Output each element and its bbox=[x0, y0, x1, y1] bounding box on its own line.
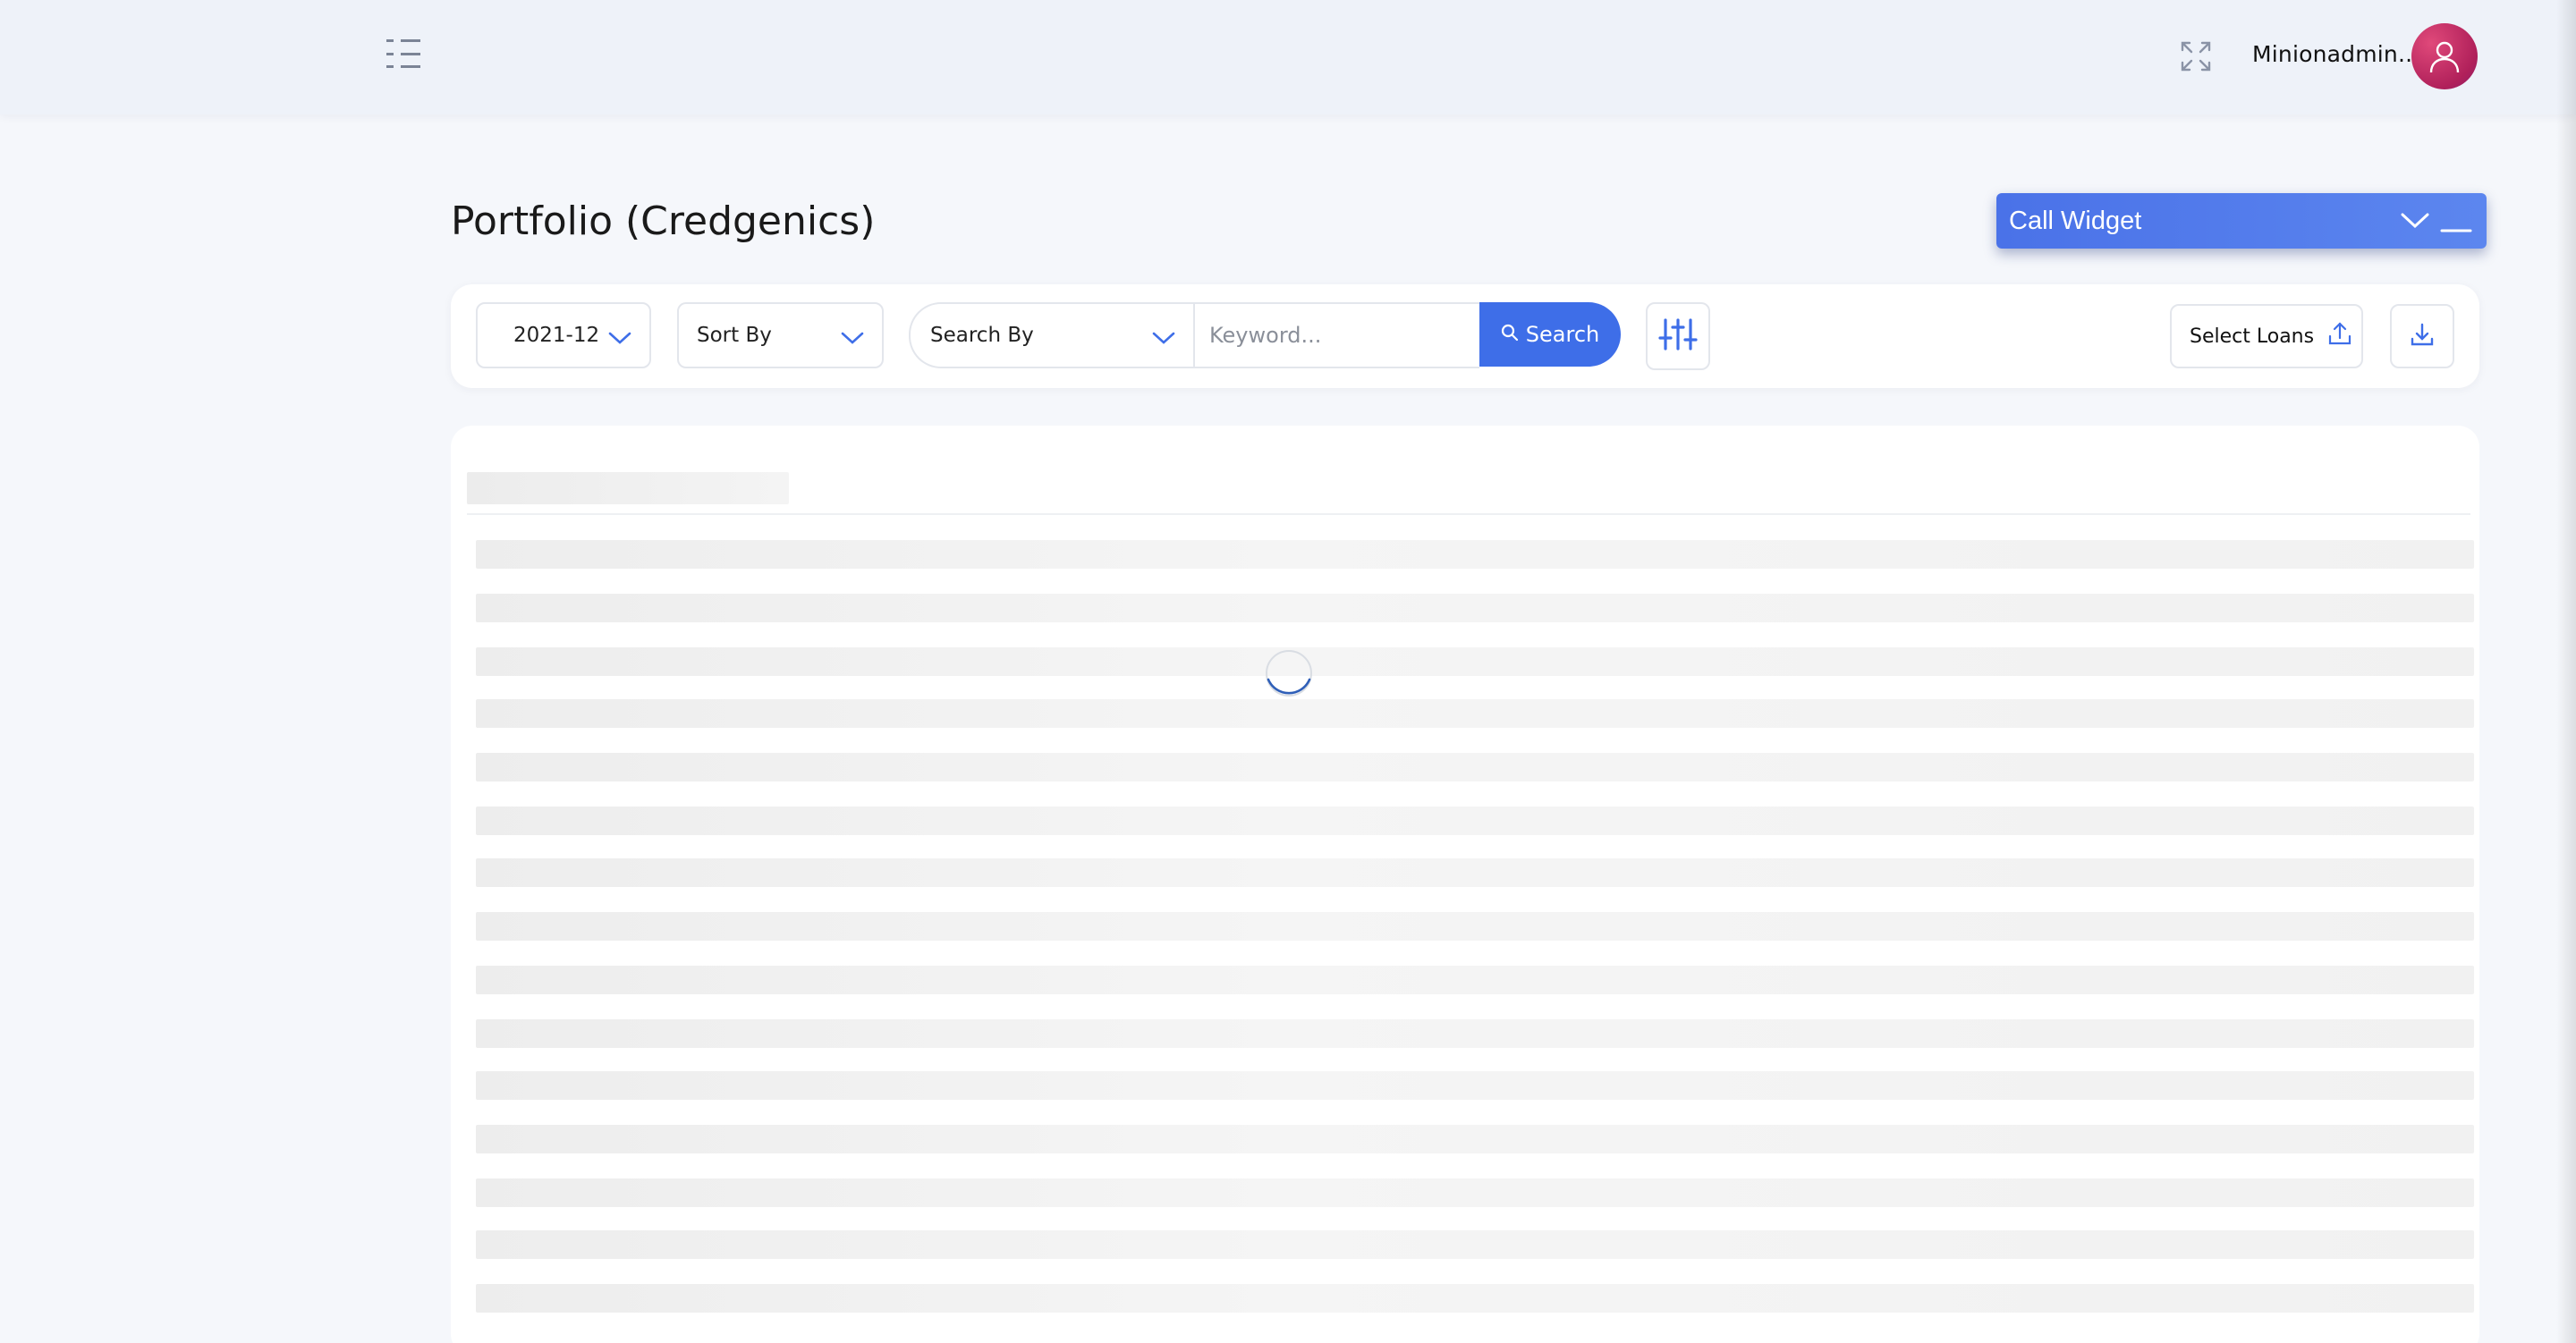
skeleton-row bbox=[476, 858, 2474, 887]
loading-spinner-icon bbox=[1263, 647, 1315, 699]
skeleton-row bbox=[476, 1178, 2474, 1207]
month-select[interactable]: 2021-12 bbox=[476, 302, 651, 368]
download-button[interactable] bbox=[2390, 304, 2454, 368]
search-by-select[interactable]: Search By bbox=[909, 302, 1193, 368]
upload-icon bbox=[2326, 320, 2353, 352]
skeleton-row bbox=[476, 1284, 2474, 1313]
fullscreen-icon[interactable] bbox=[2179, 39, 2213, 73]
scrollbar-track[interactable] bbox=[2556, 0, 2576, 1343]
skeleton-row bbox=[476, 699, 2474, 728]
search-icon bbox=[1501, 322, 1519, 347]
search-by-label: Search By bbox=[930, 324, 1034, 347]
chevron-down-icon[interactable] bbox=[2397, 203, 2433, 239]
divider bbox=[467, 513, 2470, 515]
select-loans-button[interactable]: Select Loans bbox=[2170, 304, 2363, 368]
sliders-icon bbox=[1658, 317, 1698, 357]
skeleton-header bbox=[467, 472, 789, 504]
skeleton-row bbox=[476, 1125, 2474, 1153]
download-icon bbox=[2409, 321, 2436, 352]
skeleton-row bbox=[476, 1071, 2474, 1100]
chevron-down-icon bbox=[1152, 327, 1175, 351]
select-loans-label: Select Loans bbox=[2190, 325, 2315, 348]
sort-by-label: Sort By bbox=[697, 324, 772, 347]
page-title: Portfolio (Credgenics) bbox=[451, 198, 876, 244]
chevron-down-icon bbox=[608, 327, 631, 351]
minimize-icon[interactable] bbox=[2438, 203, 2474, 239]
sort-by-select[interactable]: Sort By bbox=[677, 302, 884, 368]
skeleton-row bbox=[476, 1019, 2474, 1048]
skeleton-row bbox=[476, 540, 2474, 569]
advanced-filter-button[interactable] bbox=[1646, 302, 1710, 370]
skeleton-row bbox=[476, 912, 2474, 941]
menu-toggle-icon[interactable] bbox=[386, 39, 422, 68]
skeleton-row bbox=[476, 807, 2474, 835]
month-select-value: 2021-12 bbox=[513, 324, 600, 347]
skeleton-row bbox=[476, 1230, 2474, 1259]
user-avatar-icon[interactable] bbox=[2411, 23, 2478, 89]
skeleton-row bbox=[476, 753, 2474, 781]
keyword-input[interactable] bbox=[1193, 302, 1479, 368]
username-label[interactable]: Minionadmin.. bbox=[2252, 41, 2412, 67]
skeleton-row bbox=[476, 966, 2474, 994]
call-widget-title: Call Widget bbox=[2009, 206, 2142, 235]
search-button-label: Search bbox=[1525, 322, 1600, 347]
skeleton-row bbox=[476, 647, 2474, 676]
skeleton-row bbox=[476, 594, 2474, 622]
search-button[interactable]: Search bbox=[1479, 302, 1621, 367]
call-widget[interactable]: Call Widget bbox=[1996, 193, 2487, 249]
chevron-down-icon bbox=[841, 327, 864, 351]
